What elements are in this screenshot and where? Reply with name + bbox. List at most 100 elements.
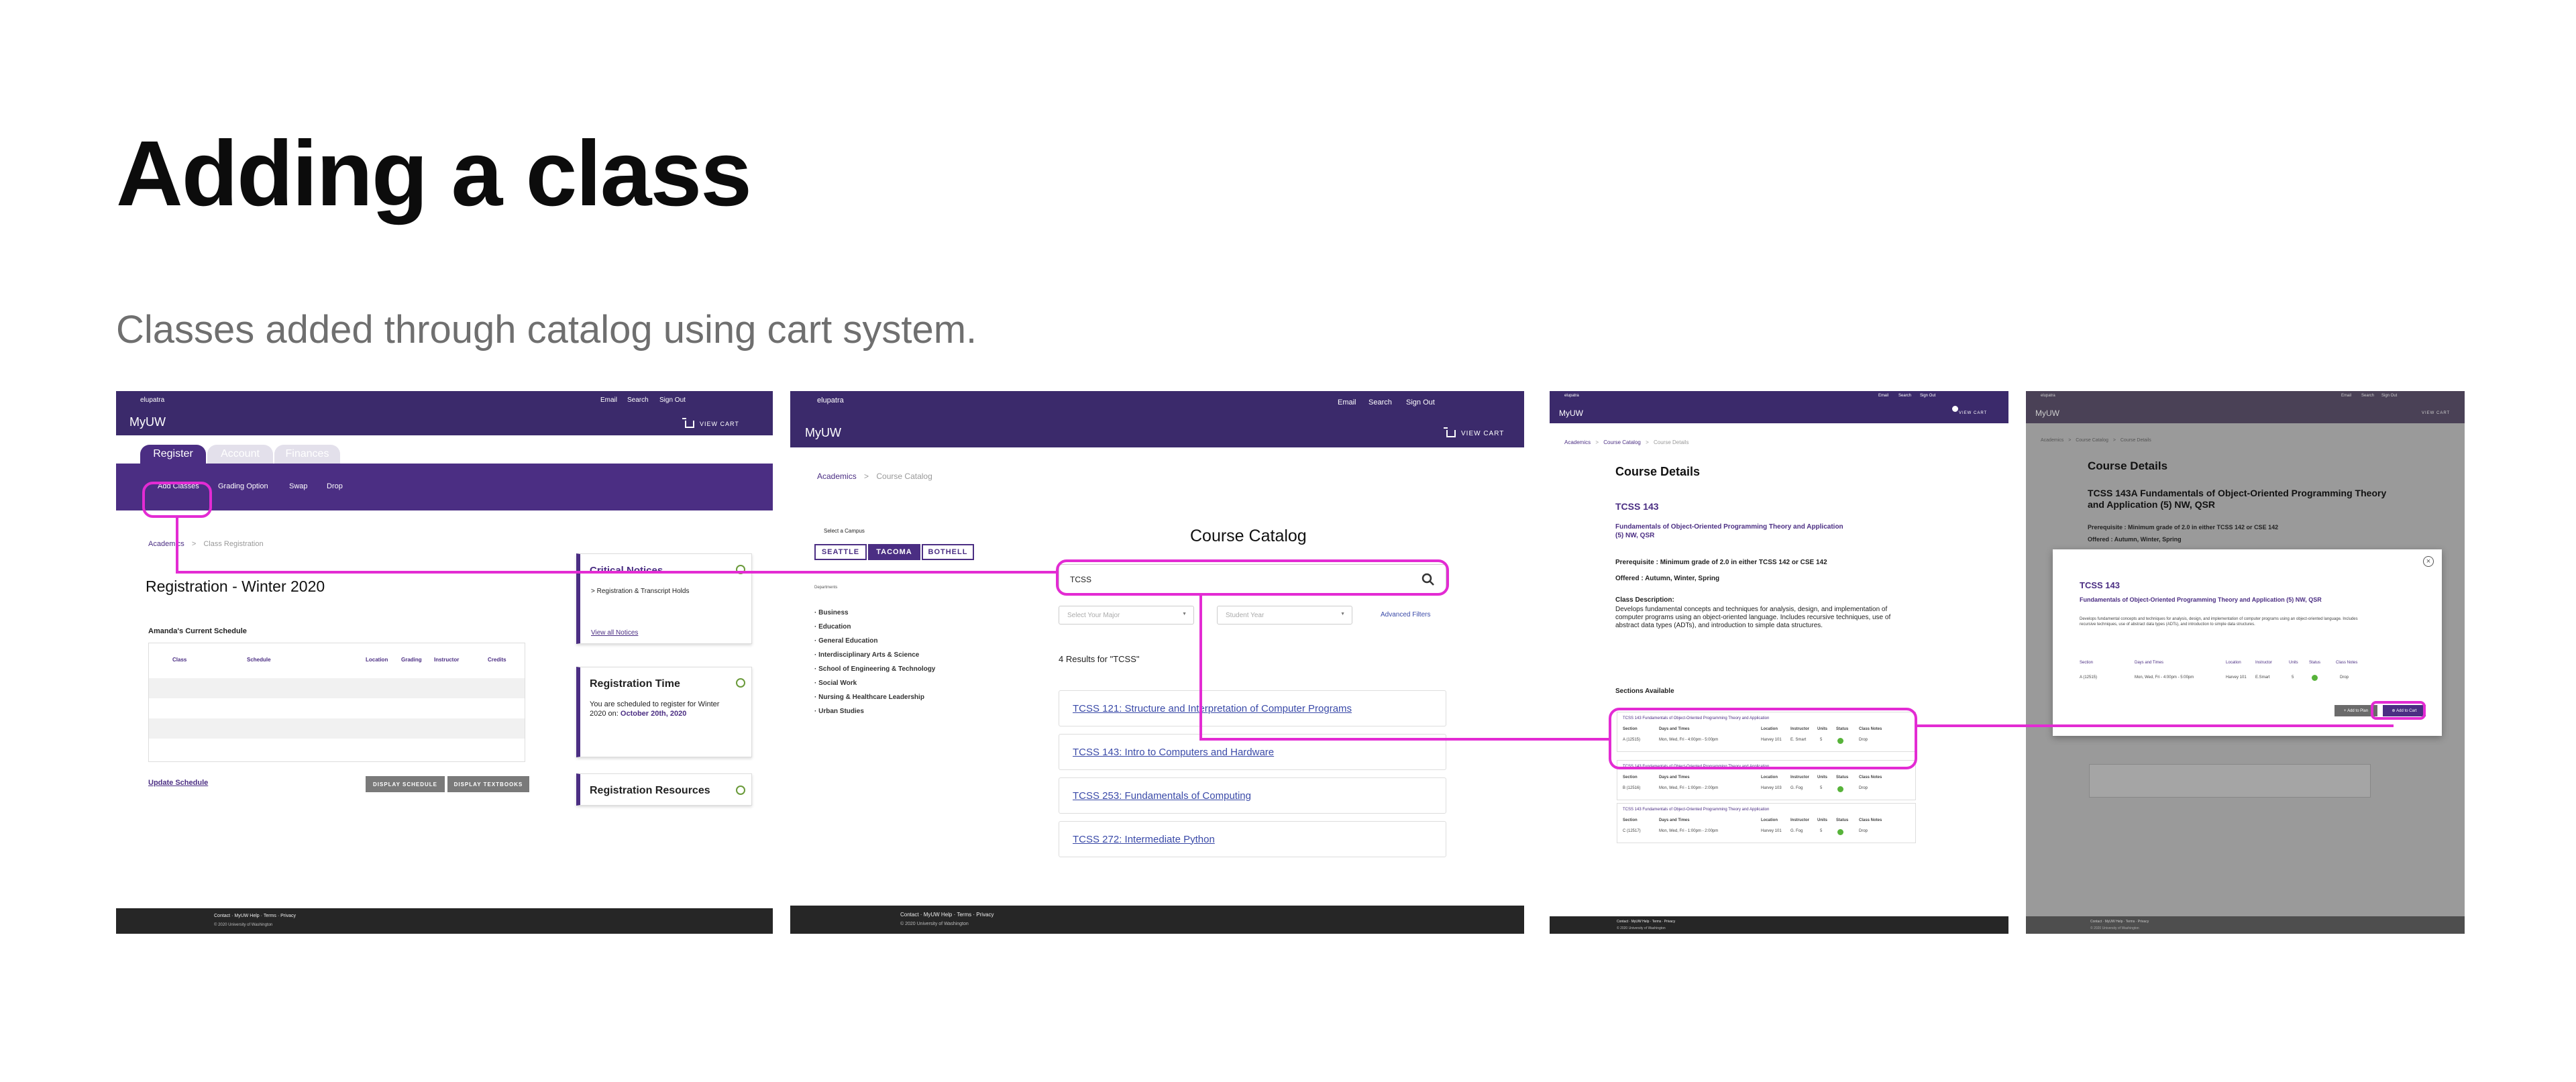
close-icon[interactable]: ×: [2423, 556, 2434, 567]
footer-terms[interactable]: Terms: [264, 914, 276, 918]
department-item[interactable]: · General Education: [814, 634, 935, 648]
cart-icon[interactable]: [1444, 427, 1456, 437]
tab-register[interactable]: Register: [140, 445, 206, 464]
footer-links: Contact · MyUW Help · Terms · Privacy: [214, 914, 297, 918]
subnav-swap[interactable]: Swap: [289, 482, 308, 490]
department-item[interactable]: · Urban Studies: [814, 704, 935, 718]
view-cart-link[interactable]: VIEW CART: [2422, 411, 2450, 415]
department-item[interactable]: · Business: [814, 606, 935, 620]
year-placeholder: Student Year: [1226, 612, 1265, 619]
critical-item[interactable]: > Registration & Transcript Holds: [591, 588, 689, 595]
department-item[interactable]: · Social Work: [814, 676, 935, 690]
footer-help[interactable]: MyUW Help: [2105, 920, 2123, 924]
footer-privacy[interactable]: Privacy: [1664, 920, 1675, 924]
subnav-drop[interactable]: Drop: [327, 482, 343, 490]
email-link[interactable]: Email: [1338, 398, 1356, 407]
signout-link[interactable]: Sign Out: [2381, 394, 2397, 398]
search-link[interactable]: Search: [1368, 398, 1392, 407]
time-text: You are scheduled to register for Winter…: [590, 700, 737, 718]
campus-bothell[interactable]: BOTHELL: [922, 544, 974, 560]
campus-seattle[interactable]: SEATTLE: [814, 544, 867, 560]
collapse-icon[interactable]: [736, 678, 745, 688]
col-location: Location: [1761, 775, 1778, 779]
result-item[interactable]: TCSS 253: Fundamentals of Computing: [1059, 777, 1446, 814]
details-heading: TCSS 143A Fundamentals of Object-Oriente…: [2088, 488, 2387, 510]
breadcrumb-mid[interactable]: Course Catalog: [2076, 438, 2108, 443]
footer-privacy[interactable]: Privacy: [2138, 920, 2149, 924]
brand[interactable]: MyUW: [2035, 409, 2059, 418]
breadcrumb-home[interactable]: Academics: [148, 540, 184, 548]
section-id: C (12517): [1623, 829, 1641, 833]
subnav-grading[interactable]: Grading Option: [218, 482, 268, 490]
brand[interactable]: MyUW: [1559, 409, 1583, 418]
search-link[interactable]: Search: [1898, 394, 1911, 398]
major-select[interactable]: Select Your Major ▼: [1059, 606, 1194, 625]
advanced-filters-link[interactable]: Advanced Filters: [1381, 611, 1430, 618]
footer-contact[interactable]: Contact: [900, 912, 919, 918]
signout-link[interactable]: Sign Out: [1920, 394, 1935, 398]
view-cart-link[interactable]: VIEW CART: [1959, 411, 1987, 415]
footer-terms[interactable]: Terms: [1652, 920, 1662, 924]
breadcrumb-home[interactable]: Academics: [1564, 439, 1591, 445]
display-schedule-button[interactable]: DISPLAY SCHEDULE: [366, 776, 445, 792]
signout-link[interactable]: Sign Out: [1406, 398, 1435, 407]
tab-finances[interactable]: Finances: [274, 445, 340, 464]
time-title: Registration Time: [590, 678, 680, 690]
breadcrumb-home[interactable]: Academics: [2041, 438, 2063, 443]
section-days: Mon, Wed, Fri - 1:00pm - 2:00pm: [1659, 786, 1719, 790]
chevron-right-icon: >: [191, 540, 197, 548]
breadcrumb-mid[interactable]: Course Catalog: [1603, 439, 1641, 445]
section-card[interactable]: TCSS 143 Fundamentals of Object-Oriented…: [1617, 803, 1916, 843]
result-item[interactable]: TCSS 272: Intermediate Python: [1059, 821, 1446, 857]
result-item[interactable]: TCSS 121: Structure and Interpretation o…: [1059, 690, 1446, 726]
table-header: Class Schedule Location Grading Instruct…: [149, 643, 525, 671]
footer-contact[interactable]: Contact: [214, 914, 230, 918]
view-cart-link[interactable]: VIEW CART: [1461, 430, 1504, 437]
department-item[interactable]: · Interdisciplinary Arts & Science: [814, 648, 935, 662]
brand[interactable]: MyUW: [805, 426, 841, 440]
email-link[interactable]: Email: [600, 396, 617, 404]
brand[interactable]: MyUW: [129, 415, 166, 429]
row-section: A (12515): [2080, 675, 2098, 680]
collapse-icon[interactable]: [736, 786, 745, 795]
modal-description: Develops fundamental concepts and techni…: [2080, 617, 2358, 627]
email-link[interactable]: Email: [1878, 394, 1888, 398]
footer-privacy[interactable]: Privacy: [976, 912, 994, 918]
row-instructor: E.Smart: [2255, 675, 2270, 680]
footer-contact[interactable]: Contact: [2090, 920, 2102, 924]
update-schedule-link[interactable]: Update Schedule: [148, 779, 208, 787]
chevron-right-icon: >: [591, 588, 597, 595]
footer-privacy[interactable]: Privacy: [280, 914, 296, 918]
footer: Contact · MyUW Help · Terms · Privacy © …: [790, 906, 1524, 934]
email-link[interactable]: Email: [2341, 394, 2351, 398]
year-select[interactable]: Student Year ▼: [1217, 606, 1352, 625]
sections-label: Sections Available: [1615, 688, 1674, 695]
footer-contact[interactable]: Contact: [1617, 920, 1628, 924]
row-notes: Drop: [2340, 675, 2349, 680]
time-date: October 20th, 2020: [620, 710, 687, 718]
campus-tacoma[interactable]: TACOMA: [868, 544, 920, 560]
dept-header: Departments: [814, 586, 838, 590]
view-cart-link[interactable]: VIEW CART: [700, 421, 739, 427]
footer-help[interactable]: MyUW Help: [924, 912, 953, 918]
search-link[interactable]: Search: [627, 396, 649, 404]
footer-terms[interactable]: Terms: [2126, 920, 2135, 924]
cart-icon[interactable]: [682, 418, 694, 428]
department-item[interactable]: · School of Engineering & Technology: [814, 662, 935, 676]
display-textbooks-button[interactable]: DISPLAY TEXTBOOKS: [447, 776, 529, 792]
footer-help[interactable]: MyUW Help: [1631, 920, 1650, 924]
signout-link[interactable]: Sign Out: [659, 396, 686, 404]
row-units: 5: [2292, 675, 2294, 680]
breadcrumb-home[interactable]: Academics: [817, 472, 857, 481]
highlight-add-classes: [142, 482, 212, 518]
view-all-notices-link[interactable]: View all Notices: [591, 629, 638, 637]
department-item[interactable]: · Education: [814, 620, 935, 634]
footer-help[interactable]: MyUW Help: [234, 914, 259, 918]
details-title: Course Details: [1615, 465, 1701, 478]
search-link[interactable]: Search: [2361, 394, 2374, 398]
department-item[interactable]: · Nursing & Healthcare Leadership: [814, 690, 935, 704]
results-label: 4 Results for "TCSS": [1059, 654, 1140, 664]
prereq: Prerequisite : Minimum grade of 2.0 in e…: [1615, 559, 1827, 566]
tab-account[interactable]: Account: [207, 445, 273, 464]
footer-terms[interactable]: Terms: [957, 912, 971, 918]
